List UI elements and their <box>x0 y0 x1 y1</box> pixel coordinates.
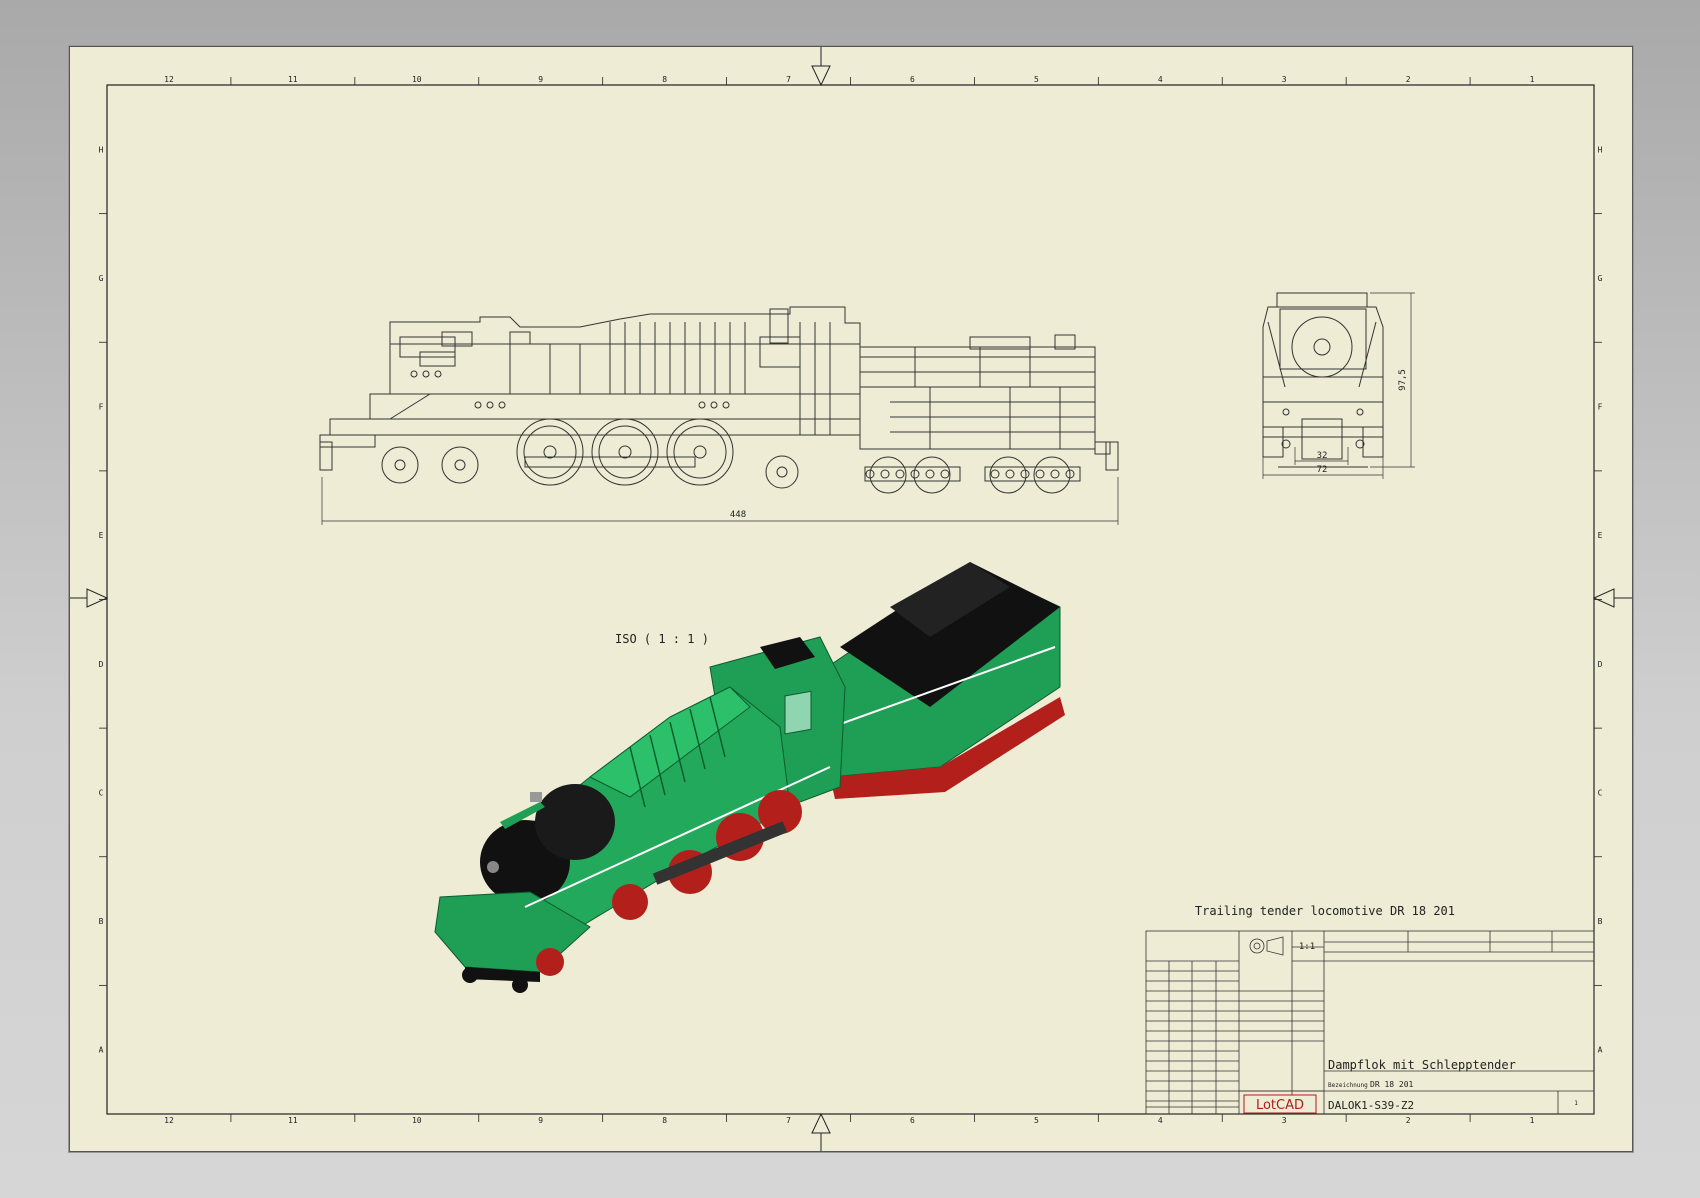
drawing-canvas: 121211111010998877665544332211H HG GF FE ED D… <box>70 47 1632 1151</box>
zone-col-label-top: 9 <box>538 75 543 84</box>
zone-row-label-right: H <box>1598 145 1603 154</box>
iso-view-label: ISO ( 1 : 1 ) <box>615 632 709 646</box>
zone-col-label-top: 1 <box>1530 75 1535 84</box>
zone-col-label-bottom: 4 <box>1158 1116 1163 1125</box>
center-mark-right <box>1592 588 1615 608</box>
zone-col-label-bottom: 5 <box>1034 1116 1039 1125</box>
drawing-number: DALOK1-S39-Z2 <box>1328 1099 1414 1112</box>
zone-row-label-left: E <box>99 531 104 540</box>
zone-row-label-left: G <box>99 274 104 283</box>
zone-row-label-right: E <box>1598 531 1603 540</box>
zone-row-label-right: D <box>1598 660 1603 669</box>
zone-col-label-top: 8 <box>662 75 667 84</box>
zone-col-label-top: 3 <box>1282 75 1287 84</box>
title-block-scale: 1:1 <box>1299 942 1315 952</box>
sheet-number: 1 <box>1574 1100 1578 1107</box>
title-block-name: Dampflok mit Schlepptender <box>1328 1058 1516 1072</box>
zone-row-label-left: C <box>99 788 104 797</box>
front-elevation-view <box>1262 292 1415 479</box>
zone-col-label-top: 10 <box>412 75 422 84</box>
zone-row-label-right: B <box>1598 917 1603 926</box>
title-note: Trailing tender locomotive DR 18 201 <box>1195 904 1455 918</box>
center-mark-bottom <box>811 1112 831 1134</box>
dimension-width-inner: 32 <box>1317 451 1328 461</box>
zone-col-label-top: 12 <box>164 75 174 84</box>
dimension-length: 448 <box>730 510 746 520</box>
zone-col-label-top: 11 <box>288 75 298 84</box>
zone-col-label-top: 4 <box>1158 75 1163 84</box>
dimension-height: 97,5 <box>1398 369 1408 391</box>
zone-col-label-bottom: 7 <box>786 1116 791 1125</box>
zone-row-label-right: C <box>1598 788 1603 797</box>
zone-col-label-bottom: 12 <box>164 1116 174 1125</box>
center-mark-left <box>86 588 109 608</box>
zone-row-label-right: G <box>1598 274 1603 283</box>
zone-row-label-right: F <box>1598 403 1603 412</box>
side-elevation-view <box>319 306 1119 525</box>
zone-row-label-left: B <box>99 917 104 926</box>
zone-col-label-bottom: 11 <box>288 1116 298 1125</box>
zone-markers: 121211111010998877665544332211H HG GF FE ED D… <box>99 75 1603 1125</box>
zone-col-label-bottom: 3 <box>1282 1116 1287 1125</box>
zone-col-label-bottom: 10 <box>412 1116 422 1125</box>
zone-row-label-left: A <box>99 1046 104 1055</box>
zone-row-label-left: H <box>99 145 104 154</box>
title-block-subtitle: DR 18 201 <box>1370 1080 1414 1089</box>
zone-row-label-right: A <box>1598 1046 1603 1055</box>
center-mark-top <box>811 65 831 87</box>
inner-frame <box>106 84 1595 1115</box>
zone-col-label-top: 2 <box>1406 75 1411 84</box>
zone-col-label-bottom: 2 <box>1406 1116 1411 1125</box>
lotcad-logo: LotCAD <box>1256 1098 1304 1113</box>
zone-col-label-bottom: 8 <box>662 1116 667 1125</box>
zone-col-label-top: 7 <box>786 75 791 84</box>
zone-col-label-top: 5 <box>1034 75 1039 84</box>
zone-row-label-left: D <box>99 660 104 669</box>
title-block-subtitle-label: Bezeichnung <box>1328 1082 1368 1089</box>
zone-col-label-top: 6 <box>910 75 915 84</box>
drawing-sheet: 12 12 11 11 10 10 9 9 8 8 7 7 6 6 5 5 4 4 3 3 2 2 1 1 H H G G F F E E D D… <box>69 46 1633 1152</box>
zone-row-label-left: F <box>99 403 104 412</box>
zone-col-label-bottom: 1 <box>1530 1116 1535 1125</box>
dimension-width-outer: 72 <box>1317 465 1328 475</box>
zone-col-label-bottom: 9 <box>538 1116 543 1125</box>
isometric-locomotive-render <box>434 562 1065 993</box>
zone-col-label-bottom: 6 <box>910 1116 915 1125</box>
